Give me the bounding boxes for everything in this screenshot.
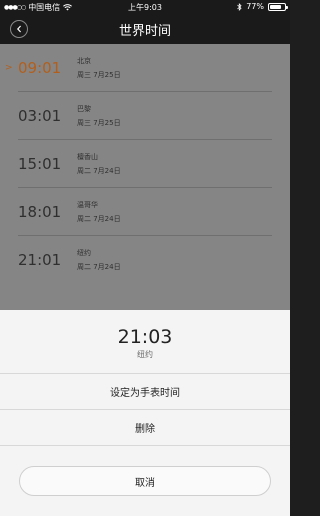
page-title: 世界时间 xyxy=(118,24,171,39)
clock-time: 03:01 xyxy=(18,107,62,125)
clock-date: 周二 7月24日 xyxy=(77,215,121,223)
clock-city: 檀香山 xyxy=(77,153,98,161)
status-right: 77% xyxy=(237,2,288,11)
clock-date: 周三 7月25日 xyxy=(77,71,121,79)
clock-date: 周二 7月24日 xyxy=(77,263,121,271)
clock-row-beijing[interactable]: > 09:01 北京 周三 7月25日 xyxy=(0,44,290,92)
clock-time: 15:01 xyxy=(18,155,62,173)
selected-marker-icon: > xyxy=(5,63,13,73)
clock-time: 21:01 xyxy=(18,251,62,269)
clock-date: 周三 7月25日 xyxy=(77,119,121,127)
clock-city: 纽约 xyxy=(77,249,91,257)
clock-time: 09:01 xyxy=(18,59,62,77)
status-bar: ●●●○○ 中国电信 上午9:03 77% xyxy=(0,0,290,14)
sheet-city: 纽约 xyxy=(137,350,153,359)
delete-button[interactable]: 删除 xyxy=(0,410,290,444)
clock-time: 18:01 xyxy=(18,203,62,221)
clock-row-honolulu[interactable]: 15:01 檀香山 周二 7月24日 xyxy=(0,140,290,188)
bluetooth-icon xyxy=(237,2,242,11)
battery-percent: 77% xyxy=(246,2,264,11)
clock-row-paris[interactable]: 03:01 巴黎 周三 7月25日 xyxy=(0,92,290,140)
action-sheet: 21:03 纽约 设定为手表时间 删除 取消 xyxy=(0,310,290,516)
set-as-watch-time-button[interactable]: 设定为手表时间 xyxy=(0,374,290,408)
clock-city: 巴黎 xyxy=(77,105,91,113)
clock-row-new-york[interactable]: 21:01 纽约 周二 7月24日 xyxy=(0,236,290,284)
battery-level xyxy=(270,4,281,9)
world-clock-list: > 09:01 北京 周三 7月25日 03:01 巴黎 周三 7月25日 15… xyxy=(0,44,290,310)
screen: ●●●○○ 中国电信 上午9:03 77% 世界时间 > 09:01 北京 周三… xyxy=(0,0,290,516)
sheet-time: 21:03 xyxy=(117,326,173,348)
clock-city: 温哥华 xyxy=(77,201,98,209)
battery-icon xyxy=(268,2,288,11)
cancel-button[interactable]: 取消 xyxy=(19,466,271,496)
clock-city: 北京 xyxy=(77,57,91,65)
clock-date: 周二 7月24日 xyxy=(77,167,121,175)
divider xyxy=(0,445,290,446)
clock-row-vancouver[interactable]: 18:01 温哥华 周二 7月24日 xyxy=(0,188,290,236)
nav-bar: 世界时间 xyxy=(0,14,290,44)
